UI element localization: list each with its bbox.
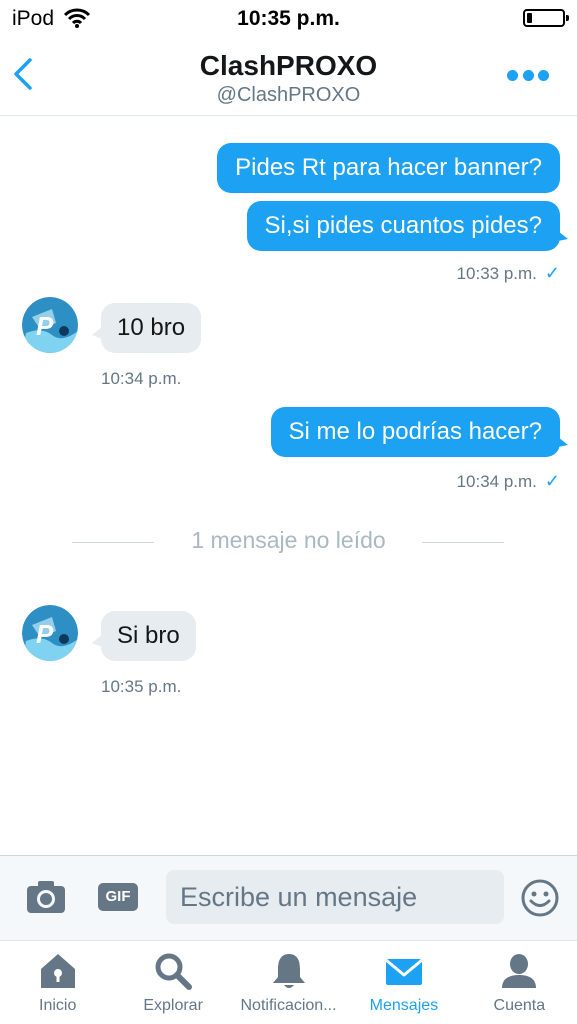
svg-text:P: P bbox=[36, 619, 54, 649]
message-timestamp: 10:33 p.m. ✓ bbox=[456, 263, 560, 283]
avatar-image: P bbox=[22, 297, 78, 353]
envelope-icon bbox=[384, 958, 423, 985]
tab-notificaciones[interactable]: Notificacion... bbox=[231, 941, 346, 1024]
message-thread: Pides Rt para hacer banner? Si,si pides … bbox=[0, 117, 577, 855]
message-timestamp: 10:34 p.m. ✓ bbox=[456, 471, 560, 491]
home-icon bbox=[40, 954, 75, 988]
tab-mensajes[interactable]: Mensajes bbox=[346, 941, 461, 1024]
svg-text:P: P bbox=[36, 311, 54, 341]
contact-name: ClashPROXO bbox=[199, 50, 378, 81]
read-check-icon: ✓ bbox=[544, 471, 560, 491]
tab-bar: Inicio Explorar Notificacion... Mensajes… bbox=[0, 940, 577, 1024]
battery-icon bbox=[523, 9, 569, 27]
message-timestamp: 10:35 p.m. bbox=[101, 677, 182, 696]
unread-divider: 1 mensaje no leído bbox=[0, 527, 577, 557]
tab-cuenta[interactable]: Cuenta bbox=[462, 941, 577, 1024]
clock-time: 10:35 p.m. bbox=[237, 7, 340, 30]
emoji-button[interactable] bbox=[520, 878, 560, 918]
camera-icon bbox=[27, 881, 65, 913]
camera-button[interactable] bbox=[26, 880, 66, 914]
gif-button[interactable]: GIF bbox=[98, 883, 138, 911]
tab-explorar[interactable]: Explorar bbox=[115, 941, 230, 1024]
more-options-button[interactable] bbox=[507, 68, 549, 82]
avatar-image: P bbox=[22, 605, 78, 661]
divider-line bbox=[422, 542, 504, 543]
emoji-icon bbox=[521, 879, 559, 917]
person-icon bbox=[502, 954, 537, 988]
message-bubble-outgoing[interactable]: Pides Rt para hacer banner? bbox=[217, 143, 560, 193]
tab-label: Mensajes bbox=[369, 997, 439, 1014]
message-bubble-incoming[interactable]: Si bro bbox=[92, 611, 196, 661]
message-composer: GIF bbox=[0, 855, 577, 940]
contact-handle: @ClashPROXO bbox=[216, 84, 361, 106]
tab-label: Cuenta bbox=[493, 997, 546, 1014]
tab-label: Inicio bbox=[39, 997, 77, 1014]
conversation-header: ClashPROXO @ClashPROXO bbox=[0, 38, 577, 116]
search-icon bbox=[155, 953, 193, 990]
read-check-icon: ✓ bbox=[544, 263, 560, 283]
unread-label: 1 mensaje no leído bbox=[191, 527, 386, 553]
message-input[interactable] bbox=[166, 870, 504, 924]
avatar[interactable]: P bbox=[22, 605, 78, 661]
tab-label: Explorar bbox=[143, 997, 203, 1014]
tab-inicio[interactable]: Inicio bbox=[0, 941, 115, 1024]
message-bubble-incoming[interactable]: 10 bro bbox=[91, 303, 202, 353]
bell-icon bbox=[272, 954, 305, 988]
more-dots-icon bbox=[507, 69, 518, 81]
avatar[interactable]: P bbox=[22, 297, 78, 353]
message-timestamp: 10:34 p.m. bbox=[101, 369, 182, 388]
message-bubble-outgoing[interactable]: Si me lo podrías hacer? bbox=[270, 407, 569, 457]
tab-label: Notificacion... bbox=[240, 997, 337, 1014]
status-bar: iPod 10:35 p.m. bbox=[0, 0, 577, 38]
message-bubble-outgoing[interactable]: Si,si pides cuantos pides? bbox=[246, 201, 568, 251]
